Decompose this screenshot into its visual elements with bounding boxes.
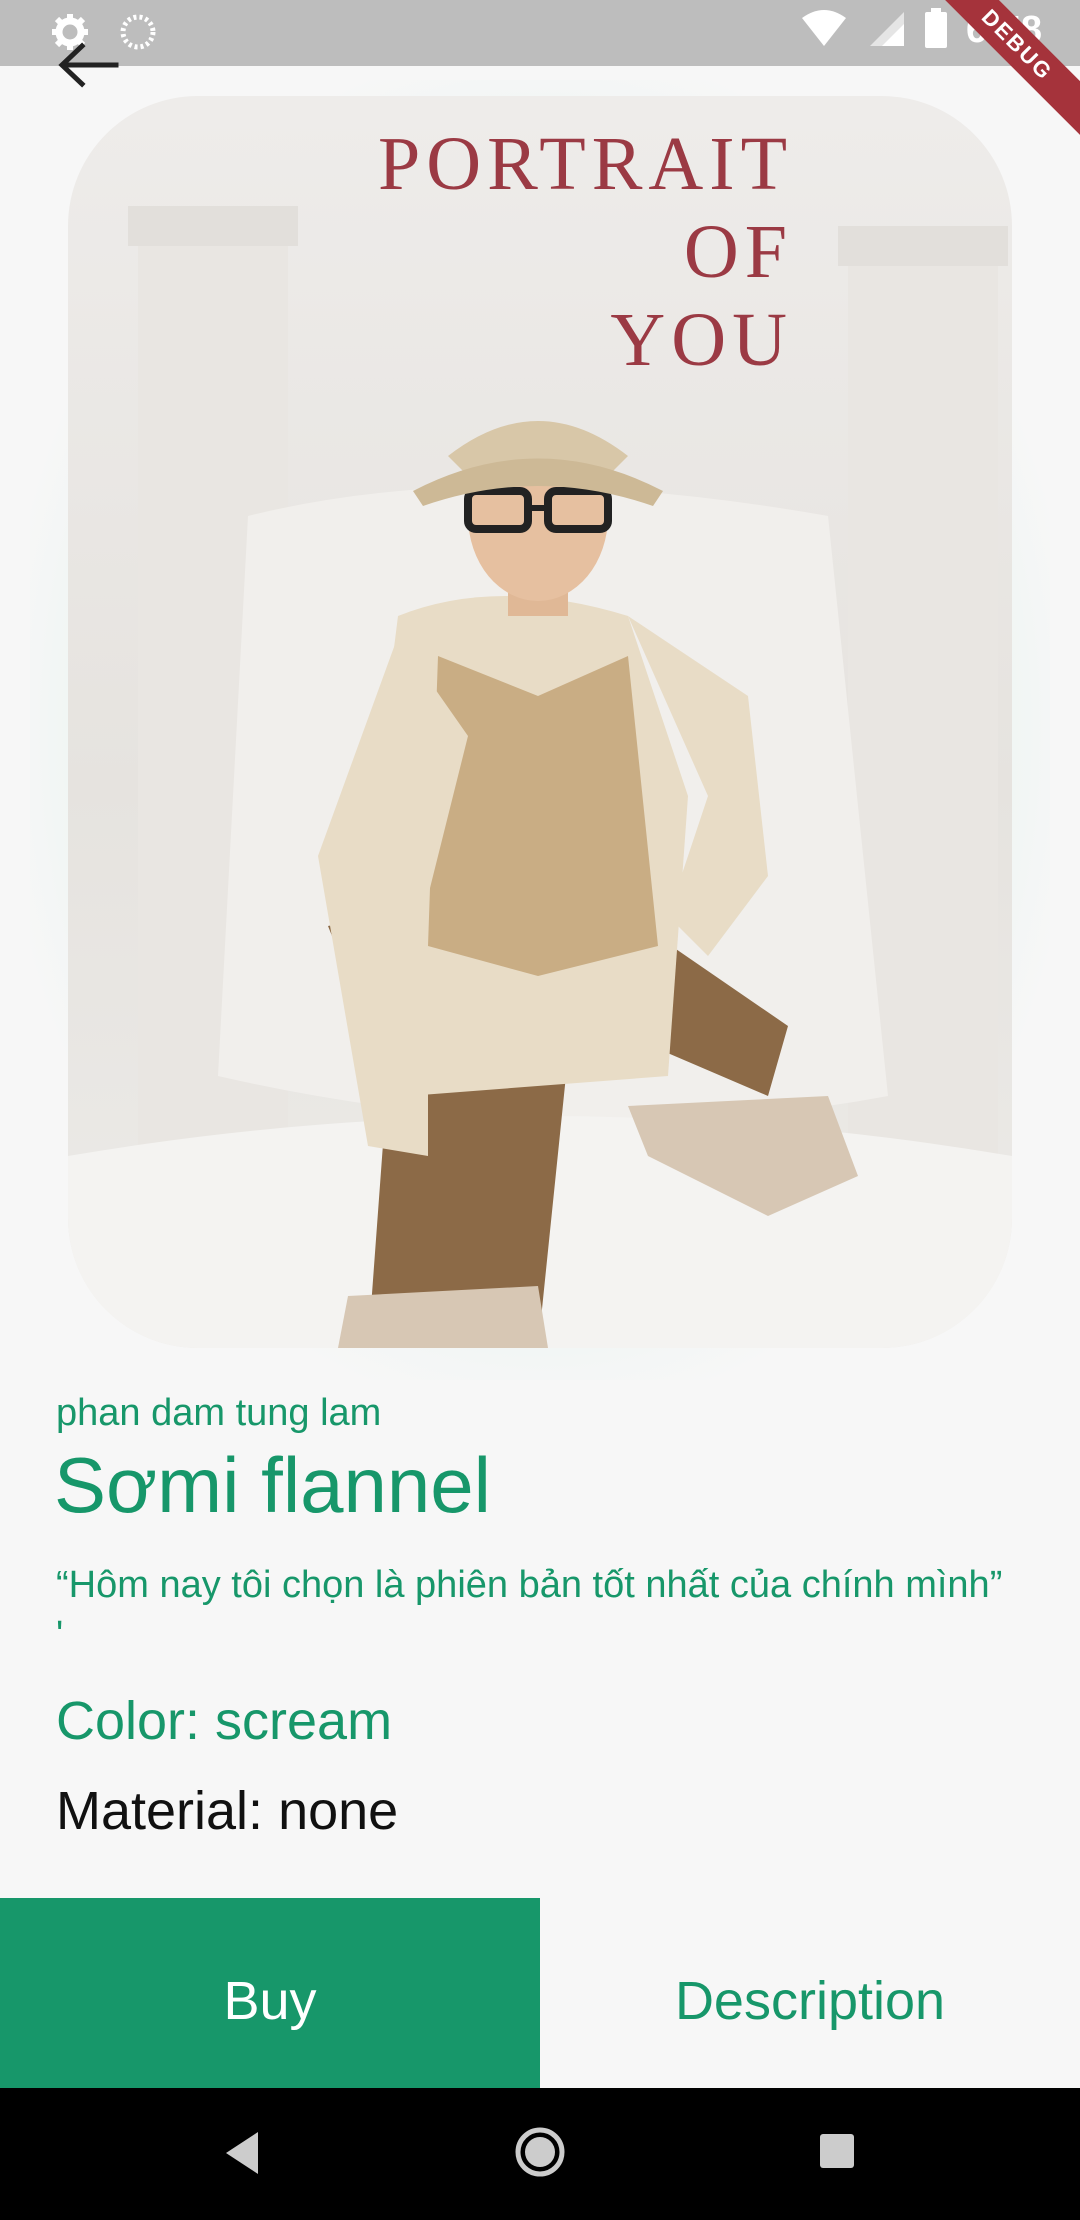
product-quote: “Hôm nay tôi chọn là phiên bản tốt nhất … bbox=[56, 1564, 1003, 1656]
nav-recents-button[interactable] bbox=[818, 2132, 856, 2175]
signal-icon bbox=[866, 8, 906, 53]
square-recents-icon bbox=[820, 2134, 854, 2168]
navigation-bar bbox=[0, 2088, 1080, 2220]
description-button-label: Description bbox=[674, 1971, 946, 2031]
product-material: Material: none bbox=[56, 1781, 399, 1841]
hero-title-line: OF bbox=[683, 210, 793, 294]
circle-home-icon bbox=[515, 2127, 565, 2177]
product-title: Sơmi flannel bbox=[54, 1441, 491, 1529]
status-bar: 6:58 DEBUG bbox=[0, 0, 1080, 147]
back-button[interactable] bbox=[56, 40, 120, 90]
nav-back-button[interactable] bbox=[222, 2128, 262, 2183]
battery-icon bbox=[924, 8, 948, 53]
hero-title: PORTRAIT OF YOU bbox=[313, 120, 793, 384]
designer-name: phan dam tung lam bbox=[56, 1392, 382, 1434]
nav-home-button[interactable] bbox=[514, 2126, 566, 2183]
loading-icon bbox=[118, 12, 158, 57]
wifi-icon bbox=[800, 8, 848, 53]
buy-button-label: Buy bbox=[223, 1971, 317, 2031]
hero-title-line: PORTRAIT bbox=[377, 122, 793, 206]
arrow-left-icon bbox=[58, 42, 119, 88]
hero-title-line: YOU bbox=[610, 298, 793, 382]
buy-button[interactable]: Buy bbox=[0, 1898, 540, 2088]
product-image: PORTRAIT OF YOU bbox=[68, 96, 1012, 1348]
product-color: Color: scream bbox=[56, 1691, 393, 1751]
triangle-back-icon bbox=[226, 2132, 258, 2174]
description-button[interactable]: Description bbox=[540, 1898, 1080, 2088]
